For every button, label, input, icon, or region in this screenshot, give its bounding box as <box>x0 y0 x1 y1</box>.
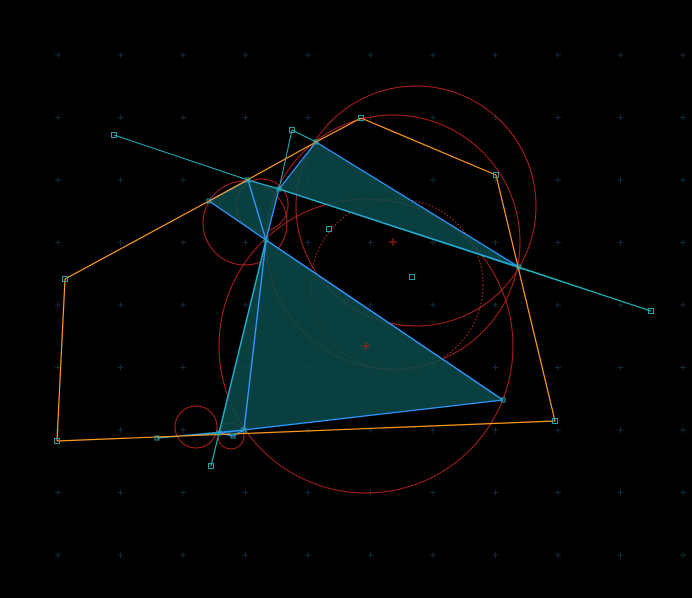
diagram-canvas <box>0 0 692 598</box>
